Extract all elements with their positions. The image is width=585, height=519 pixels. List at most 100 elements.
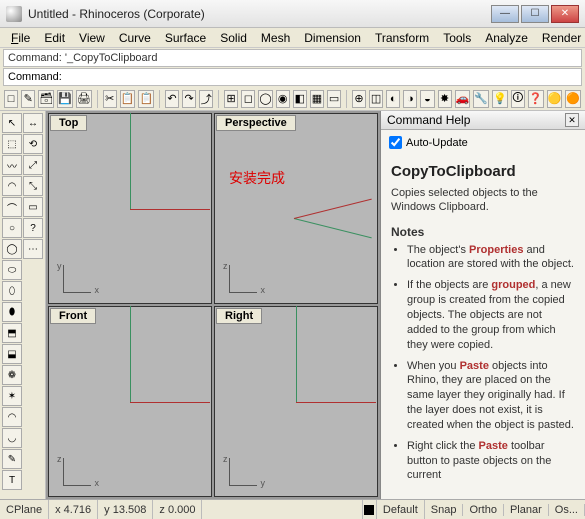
side-tool-13[interactable]: ✶ [2, 386, 22, 406]
side-tool-20[interactable]: ⤢ [23, 155, 43, 175]
toolbar-button-16[interactable]: ▦ [310, 90, 324, 108]
side-tool-21[interactable]: ⤡ [23, 176, 43, 196]
viewport-label-top[interactable]: Top [50, 115, 87, 131]
side-tool-3[interactable]: ◠ [2, 176, 22, 196]
side-tool-11[interactable]: ⬓ [2, 344, 22, 364]
menu-dimension[interactable]: Dimension [297, 29, 368, 47]
toolbar-button-30[interactable]: 🟠 [565, 90, 581, 108]
status-bar: CPlane x 4.716 y 13.508 z 0.000 Default … [0, 499, 585, 519]
command-input[interactable] [64, 71, 577, 83]
minimize-button[interactable]: — [491, 5, 519, 23]
toolbar-button-7[interactable]: 📋 [138, 90, 154, 108]
side-tool-9[interactable]: ⬮ [2, 302, 22, 322]
status-layer[interactable]: Default [377, 500, 425, 519]
side-tool-7[interactable]: ⬭ [2, 260, 22, 280]
viewport-label-front[interactable]: Front [50, 308, 96, 324]
side-tool-2[interactable]: 〰 [2, 155, 22, 175]
side-tool-6[interactable]: ◯ [2, 239, 22, 259]
menu-analyze[interactable]: Analyze [478, 29, 535, 47]
command-line[interactable]: Command: [3, 68, 582, 86]
viewport-label-right[interactable]: Right [216, 308, 262, 324]
toolbar-button-3[interactable]: 💾 [57, 90, 73, 108]
toolbar-button-22[interactable]: ◒ [420, 90, 434, 108]
maximize-button[interactable]: ☐ [521, 5, 549, 23]
toolbar-button-12[interactable]: ◻ [241, 90, 255, 108]
side-tool-12[interactable]: ❁ [2, 365, 22, 385]
status-pane-ortho[interactable]: Ortho [463, 504, 504, 516]
toolbar-button-17[interactable]: ▭ [327, 90, 341, 108]
toolbar-button-23[interactable]: ✸ [438, 90, 452, 108]
toolbar-button-20[interactable]: ◐ [386, 90, 400, 108]
toolbar-button-19[interactable]: ◫ [369, 90, 383, 108]
side-tool-23[interactable]: ? [23, 218, 43, 238]
toolbar-button-11[interactable]: ⊞ [224, 90, 238, 108]
menu-render[interactable]: Render [535, 29, 585, 47]
menu-mesh[interactable]: Mesh [254, 29, 297, 47]
menu-edit[interactable]: Edit [37, 29, 72, 47]
help-panel-close-icon[interactable]: ✕ [565, 113, 579, 127]
toolbar-button-18[interactable]: ⊕ [352, 90, 366, 108]
menu-file[interactable]: File [4, 29, 37, 47]
toolbar-button-9[interactable]: ↷ [182, 90, 196, 108]
close-button[interactable]: ✕ [551, 5, 579, 23]
menu-curve[interactable]: Curve [112, 29, 158, 47]
side-tool-4[interactable]: ⌒ [2, 197, 22, 217]
toolbar-button-29[interactable]: 🟡 [547, 90, 563, 108]
viewport-front[interactable]: Front xz [48, 306, 212, 497]
help-note-3: Right click the Paste toolbar button to … [407, 439, 575, 484]
toolbar-button-5[interactable]: ✂ [103, 90, 117, 108]
menu-surface[interactable]: Surface [158, 29, 213, 47]
toolbar-button-24[interactable]: 🚗 [455, 90, 471, 108]
side-tool-1[interactable]: ⬚ [2, 134, 22, 154]
help-notes-heading: Notes [391, 225, 575, 239]
toolbar-button-0[interactable]: □ [4, 90, 18, 108]
status-pane-planar[interactable]: Planar [504, 504, 549, 516]
toolbar-button-14[interactable]: ◉ [276, 90, 290, 108]
status-x: x 4.716 [49, 500, 98, 519]
status-pane-snap[interactable]: Snap [425, 504, 464, 516]
side-tool-8[interactable]: ⬯ [2, 281, 22, 301]
help-note-1: If the objects are grouped, a new group … [407, 278, 575, 352]
side-tool-15[interactable]: ◡ [2, 428, 22, 448]
toolbar-button-1[interactable]: ✎ [21, 90, 35, 108]
help-note-2: When you Paste objects into Rhino, they … [407, 359, 575, 433]
side-tool-22[interactable]: ▭ [23, 197, 43, 217]
side-tool-0[interactable]: ↖ [2, 113, 22, 133]
side-tool-18[interactable]: ↔ [23, 113, 43, 133]
side-tool-16[interactable]: ✎ [2, 449, 22, 469]
toolbar-button-10[interactable]: ⤴ [199, 90, 213, 108]
toolbar-button-28[interactable]: ❓ [528, 90, 544, 108]
toolbar-button-26[interactable]: 💡 [492, 90, 508, 108]
viewport-label-perspective[interactable]: Perspective [216, 115, 296, 131]
help-note-0: The object's Properties and location are… [407, 243, 575, 273]
viewport-perspective[interactable]: Perspective 安装完成 xz [214, 113, 378, 304]
menu-tools[interactable]: Tools [436, 29, 478, 47]
menu-solid[interactable]: Solid [213, 29, 254, 47]
menu-transform[interactable]: Transform [368, 29, 436, 47]
side-tool-24[interactable]: ⋯ [23, 239, 43, 259]
toolbar-button-8[interactable]: ↶ [165, 90, 179, 108]
menu-view[interactable]: View [72, 29, 112, 47]
auto-update-input[interactable] [389, 136, 402, 149]
status-pane-os[interactable]: Os... [549, 504, 585, 516]
side-tool-10[interactable]: ⬒ [2, 323, 22, 343]
toolbar-button-25[interactable]: 🔧 [473, 90, 489, 108]
toolbar-button-13[interactable]: ◯ [258, 90, 272, 108]
side-tool-14[interactable]: ◠ [2, 407, 22, 427]
toolbar-button-6[interactable]: 📋 [120, 90, 136, 108]
main-area: ↖⬚〰◠⌒○◯⬭⬯⬮⬒⬓❁✶◠◡✎T↔⟲⤢⤡▭?⋯ Top xy Perspec… [0, 111, 585, 499]
viewport-top[interactable]: Top xy [48, 113, 212, 304]
status-cplane[interactable]: CPlane [0, 500, 49, 519]
main-toolbar: □✎🗃💾🖨✂📋📋↶↷⤴⊞◻◯◉◧▦▭⊕◫◐◑◒✸🚗🔧💡🛈❓🟡🟠 [0, 87, 585, 111]
side-tool-17[interactable]: T [2, 470, 22, 490]
toolbar-button-2[interactable]: 🗃 [38, 90, 54, 108]
side-tool-19[interactable]: ⟲ [23, 134, 43, 154]
toolbar-button-15[interactable]: ◧ [293, 90, 307, 108]
auto-update-checkbox[interactable]: Auto-Update [389, 136, 577, 149]
toolbar-button-21[interactable]: ◑ [403, 90, 417, 108]
side-tool-5[interactable]: ○ [2, 218, 22, 238]
status-layer-swatch[interactable] [363, 500, 377, 519]
toolbar-button-27[interactable]: 🛈 [511, 90, 525, 108]
toolbar-button-4[interactable]: 🖨 [76, 90, 92, 108]
viewport-right[interactable]: Right yz [214, 306, 378, 497]
